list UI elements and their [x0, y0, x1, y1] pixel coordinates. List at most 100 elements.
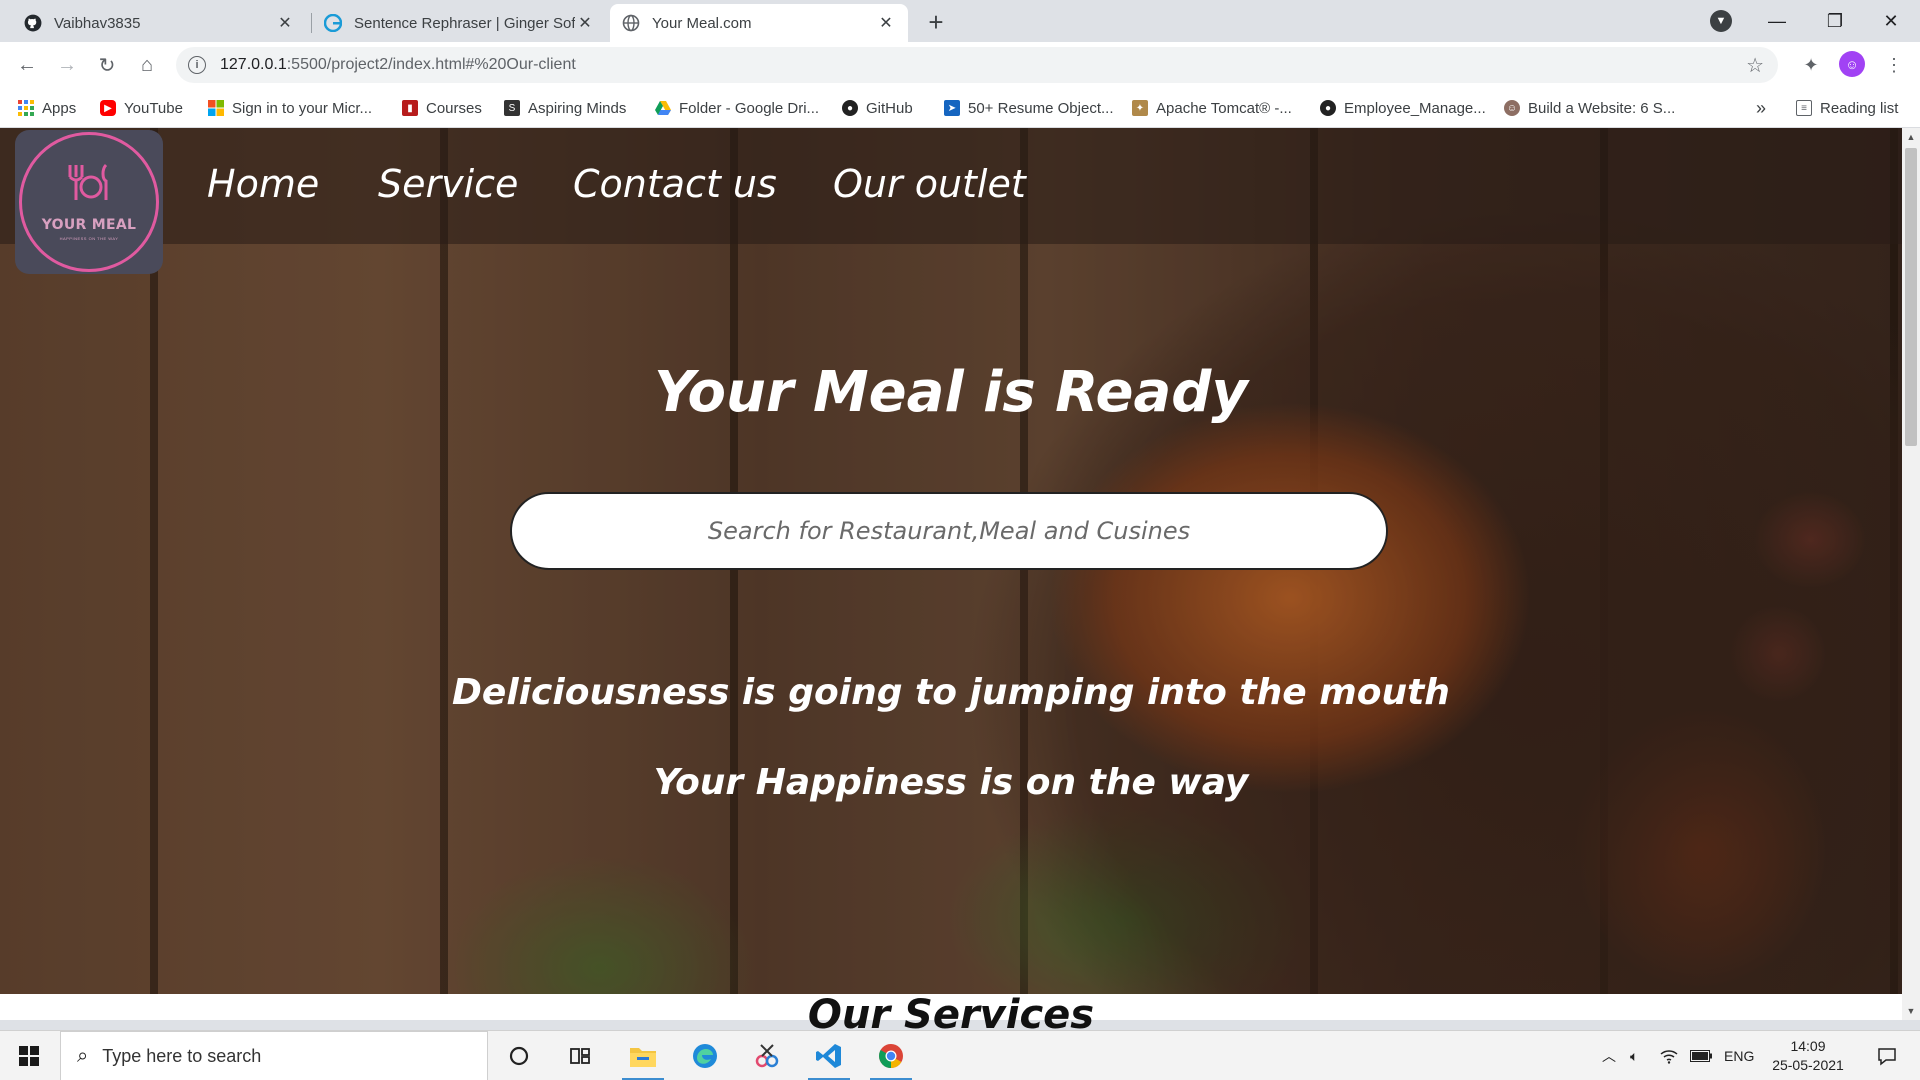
bookmark-github[interactable]: ● GitHub	[842, 94, 913, 122]
site-info-icon[interactable]: i	[188, 56, 206, 74]
more-bookmarks-button[interactable]: »	[1756, 94, 1766, 122]
nav-contact-us[interactable]: Contact us	[573, 162, 777, 206]
scroll-up-icon[interactable]: ▲	[1902, 128, 1920, 146]
battery-icon[interactable]	[1690, 1031, 1712, 1080]
bookmark-youtube[interactable]: ▶ YouTube	[100, 94, 183, 122]
reload-icon[interactable]: ↻	[91, 49, 123, 81]
bookmark-employee-manage[interactable]: ● Employee_Manage...	[1320, 94, 1486, 122]
bookmark-aspiring-minds[interactable]: S Aspiring Minds	[504, 94, 626, 122]
edge-icon[interactable]	[680, 1031, 730, 1080]
avatar-icon: ☺	[1504, 100, 1520, 116]
cortana-icon[interactable]	[494, 1031, 544, 1080]
home-icon[interactable]: ⌂	[131, 49, 163, 81]
start-button[interactable]	[0, 1031, 58, 1080]
bookmark-label: Sign in to your Micr...	[232, 99, 373, 117]
github-icon: ●	[1320, 100, 1336, 116]
bookmark-label: GitHub	[866, 99, 913, 117]
bookmark-build-website[interactable]: ☺ Build a Website: 6 S...	[1504, 94, 1675, 122]
google-drive-icon	[655, 100, 671, 116]
ginger-icon	[324, 14, 342, 32]
windows-logo-icon	[19, 1046, 39, 1066]
window-close-icon[interactable]: ✕	[1862, 0, 1920, 42]
taskbar-search[interactable]: ⌕ Type here to search	[60, 1031, 488, 1080]
snip-sketch-icon[interactable]	[742, 1031, 792, 1080]
show-hidden-icons[interactable]: ︿	[1602, 1031, 1616, 1080]
youtube-icon: ▶	[100, 100, 116, 116]
minimize-icon[interactable]: —	[1748, 0, 1806, 42]
bookmark-label: Employee_Manage...	[1344, 99, 1486, 117]
forward-icon[interactable]: →	[51, 49, 83, 81]
back-icon[interactable]: ←	[11, 49, 43, 81]
bookmark-apps[interactable]: Apps	[18, 94, 76, 122]
reading-list-label: Reading list	[1820, 99, 1899, 117]
bookmark-tomcat[interactable]: ✦ Apache Tomcat® -...	[1132, 94, 1292, 122]
tab-github[interactable]: Vaibhav3835 ✕	[12, 4, 307, 42]
language-indicator[interactable]: ENG	[1724, 1031, 1754, 1080]
github-icon: ●	[842, 100, 858, 116]
search-input[interactable]	[512, 494, 1386, 568]
bookmark-microsoft[interactable]: Sign in to your Micr...	[208, 94, 372, 122]
bookmark-label: Apps	[42, 99, 77, 117]
search-icon: ⌕	[77, 1044, 89, 1067]
bookmark-label: 50+ Resume Object...	[968, 99, 1114, 117]
scroll-down-icon[interactable]: ▼	[1902, 1002, 1920, 1020]
vscode-icon[interactable]	[804, 1031, 854, 1080]
bookmark-courses[interactable]: ▮ Courses	[402, 94, 482, 122]
reading-list-icon: ≡	[1796, 100, 1812, 116]
services-title: Our Services	[807, 992, 1095, 1038]
aspiring-minds-icon: S	[504, 100, 520, 116]
site-logo[interactable]: YOUR MEAL HAPPINESS ON THE WAY	[15, 130, 163, 274]
bookmarks-bar: Apps ▶ YouTube Sign in to your Micr... ▮…	[0, 88, 1920, 128]
notification-icon[interactable]	[1862, 1031, 1912, 1080]
hero-title: Your Meal is Ready	[654, 360, 1248, 425]
bookmark-label: Build a Website: 6 S...	[1528, 99, 1676, 117]
globe-icon	[622, 14, 640, 32]
menu-icon[interactable]: ⋮	[1880, 51, 1908, 79]
bookmark-google-drive[interactable]: Folder - Google Dri...	[655, 94, 819, 122]
tab-title: Vaibhav3835	[54, 14, 141, 32]
browser-toolbar: ← → ↻ ⌂ i 127.0.0.1:5500/project2/index.…	[0, 42, 1920, 88]
clock-time: 14:09	[1790, 1038, 1826, 1054]
nav-home[interactable]: Home	[207, 162, 319, 206]
scrollbar-thumb[interactable]	[1905, 148, 1917, 446]
bookmark-label: Apache Tomcat® -...	[1156, 99, 1292, 117]
resume-icon: ➤	[944, 100, 960, 116]
restore-icon[interactable]: ❐	[1806, 0, 1864, 42]
close-icon[interactable]: ✕	[275, 13, 295, 33]
volume-icon[interactable]: 🔈︎	[1630, 1031, 1638, 1080]
file-explorer-icon[interactable]	[618, 1031, 668, 1080]
close-icon[interactable]: ✕	[876, 13, 896, 33]
apps-grid-icon	[18, 100, 34, 116]
tab-search-icon[interactable]: ▼	[1710, 10, 1732, 32]
cutlery-icon	[62, 163, 116, 209]
tab-title: Your Meal.com	[652, 14, 752, 32]
nav-service[interactable]: Service	[378, 162, 518, 206]
microsoft-icon	[208, 100, 224, 116]
nav-our-outlet[interactable]: Our outlet	[833, 162, 1026, 206]
wifi-icon[interactable]	[1660, 1031, 1678, 1080]
extensions-icon[interactable]: ✦	[1797, 51, 1825, 79]
hero-subtitle-1: Deliciousness is going to jumping into t…	[452, 672, 1450, 713]
hero-subtitle-2: Your Happiness is on the way	[653, 762, 1249, 803]
tab-ginger[interactable]: Sentence Rephraser | Ginger Software ✕	[312, 4, 607, 42]
page-scrollbar[interactable]: ▲ ▼	[1902, 128, 1920, 1020]
task-view-icon[interactable]	[555, 1031, 605, 1080]
courses-icon: ▮	[402, 100, 418, 116]
github-icon	[24, 14, 42, 32]
bookmark-resume[interactable]: ➤ 50+ Resume Object...	[944, 94, 1114, 122]
new-tab-button[interactable]: +	[922, 7, 950, 37]
address-bar[interactable]: i 127.0.0.1:5500/project2/index.html#%20…	[176, 47, 1778, 83]
tab-title: Sentence Rephraser | Ginger Software	[354, 14, 575, 32]
logo-ring: YOUR MEAL HAPPINESS ON THE WAY	[19, 132, 159, 272]
tab-your-meal[interactable]: Your Meal.com ✕	[610, 4, 908, 42]
bookmark-star-icon[interactable]: ☆	[1746, 53, 1764, 78]
clock-date: 25-05-2021	[1772, 1057, 1844, 1073]
close-icon[interactable]: ✕	[575, 13, 595, 33]
url-host: 127.0.0.1	[220, 56, 287, 73]
reading-list-button[interactable]: ≡ Reading list	[1796, 94, 1898, 122]
bookmark-label: Folder - Google Dri...	[679, 99, 820, 117]
search-bar[interactable]	[510, 492, 1388, 570]
taskbar-clock[interactable]: 14:09 25-05-2021	[1758, 1037, 1858, 1075]
profile-avatar[interactable]: ☺	[1839, 51, 1865, 77]
chrome-icon[interactable]	[866, 1031, 916, 1080]
